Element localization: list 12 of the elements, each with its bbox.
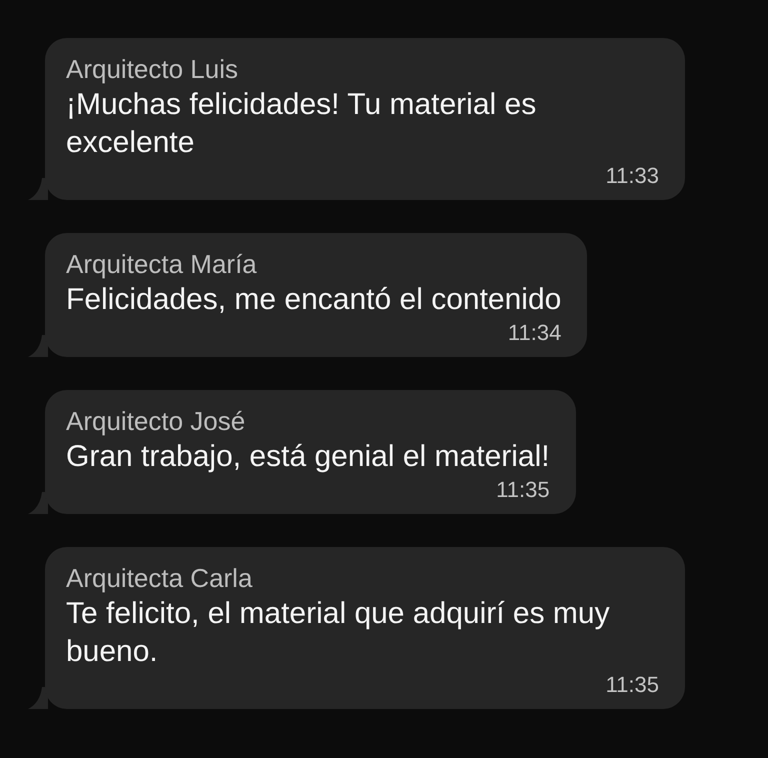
message-text: Gran trabajo, está genial el material! bbox=[66, 439, 550, 475]
sender-name: Arquitecto José bbox=[66, 405, 246, 438]
message-time: 11:35 bbox=[606, 672, 659, 697]
sender-name: Arquitecta Carla bbox=[66, 562, 254, 595]
message-text: ¡Muchas felicidades! Tu material es excelente bbox=[66, 87, 538, 161]
message-time: 11:34 bbox=[508, 320, 562, 345]
message-time: 11:35 bbox=[496, 477, 550, 502]
sender-name: Arquitecto Luis bbox=[66, 53, 239, 86]
sender-name: Arquitecta María bbox=[66, 248, 258, 281]
message-time: 11:33 bbox=[606, 163, 659, 188]
message-text: Felicidades, me encantó el contenido bbox=[66, 282, 562, 318]
message-text: Te felicito, el material que adquirí es muy bueno. bbox=[66, 596, 611, 670]
